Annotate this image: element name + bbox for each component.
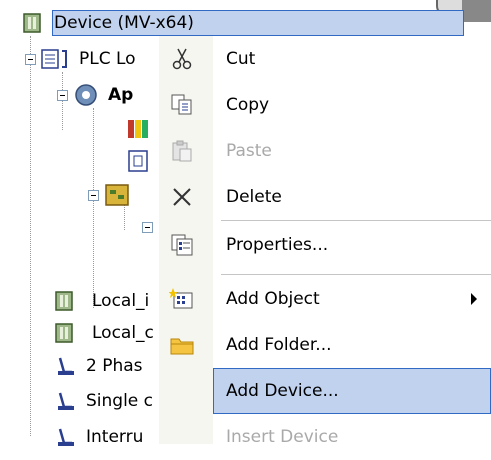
counter-icon [58,428,74,446]
io-module-icon [55,323,73,343]
menu-item-label: Copy [226,95,270,115]
io-module-icon [55,291,73,311]
menu-item-properties[interactable]: Properties... [159,222,491,268]
scrollbar[interactable] [462,0,491,22]
collapse-toggle[interactable] [88,190,99,201]
add-object-icon [168,285,196,313]
tree-guide-line [62,72,63,130]
tree-item-plc-logic[interactable]: PLC Lo [40,46,136,72]
tree-item-single[interactable]: Single c [52,388,153,414]
folder-icon [168,331,196,359]
menu-item-label: Add Object [226,289,320,309]
delete-icon [168,183,196,211]
pou-icon [128,150,148,172]
plc-logic-icon [41,49,67,69]
menu-item-label: Cut [226,49,256,69]
collapse-toggle[interactable] [142,222,153,233]
tree-item-label: Local_c [92,323,154,343]
tree-item-application[interactable]: Ap [72,82,133,108]
menu-item-add-device[interactable]: Add Device... [213,368,491,414]
tree-item-label: Local_i [92,291,150,311]
tree-item-label: Device (MV-x64) [54,13,194,33]
menu-item-cut[interactable]: Cut [159,36,491,82]
menu-item-label: Add Device... [226,381,339,401]
menu-item-label: Delete [226,187,282,207]
tree-guide-line [30,36,31,436]
collapse-toggle[interactable] [57,90,68,101]
tree-item-device[interactable]: Device (MV-x64) [20,10,194,36]
tree-item-label: Ap [108,85,134,105]
menu-item-insert-device[interactable]: Insert Device [159,414,491,460]
tree-item-local-outputs[interactable]: Local_c [52,320,154,346]
application-gear-icon [75,84,97,106]
collapse-toggle[interactable] [25,54,36,65]
menu-item-label: Add Folder... [226,335,332,355]
tree-item-two-phase[interactable]: 2 Phas [52,353,143,379]
tree-item-local-inputs[interactable]: Local_i [52,288,149,314]
menu-separator [221,274,491,275]
menu-item-add-object[interactable]: Add Object [159,276,491,322]
properties-icon [168,231,196,259]
tree-item-interrupt[interactable]: Interru [52,424,143,450]
menu-item-label: Paste [226,141,272,161]
menu-item-label: Properties... [226,235,329,255]
tree-item-label: Interru [86,427,144,447]
counter-icon [58,392,74,410]
paste-icon [168,137,196,165]
device-icon [23,13,41,33]
menu-item-copy[interactable]: Copy [159,82,491,128]
tree-item-label: Single c [86,391,154,411]
library-icon [128,120,148,138]
submenu-arrow-icon [471,293,477,305]
menu-separator [221,220,491,221]
counter-icon [58,357,74,375]
tree-item-label: PLC Lo [79,49,136,69]
context-menu: Cut Copy Paste Delete Properties... Add … [159,36,491,447]
menu-item-add-folder[interactable]: Add Folder... [159,322,491,368]
tree-guide-line [93,108,94,308]
copy-icon [168,91,196,119]
tree-item-label: 2 Phas [86,356,143,376]
menu-item-paste[interactable]: Paste [159,128,491,174]
menu-item-delete[interactable]: Delete [159,174,491,220]
scissors-icon [168,45,196,73]
task-config-icon [105,184,129,206]
menu-item-label: Insert Device [226,427,339,447]
